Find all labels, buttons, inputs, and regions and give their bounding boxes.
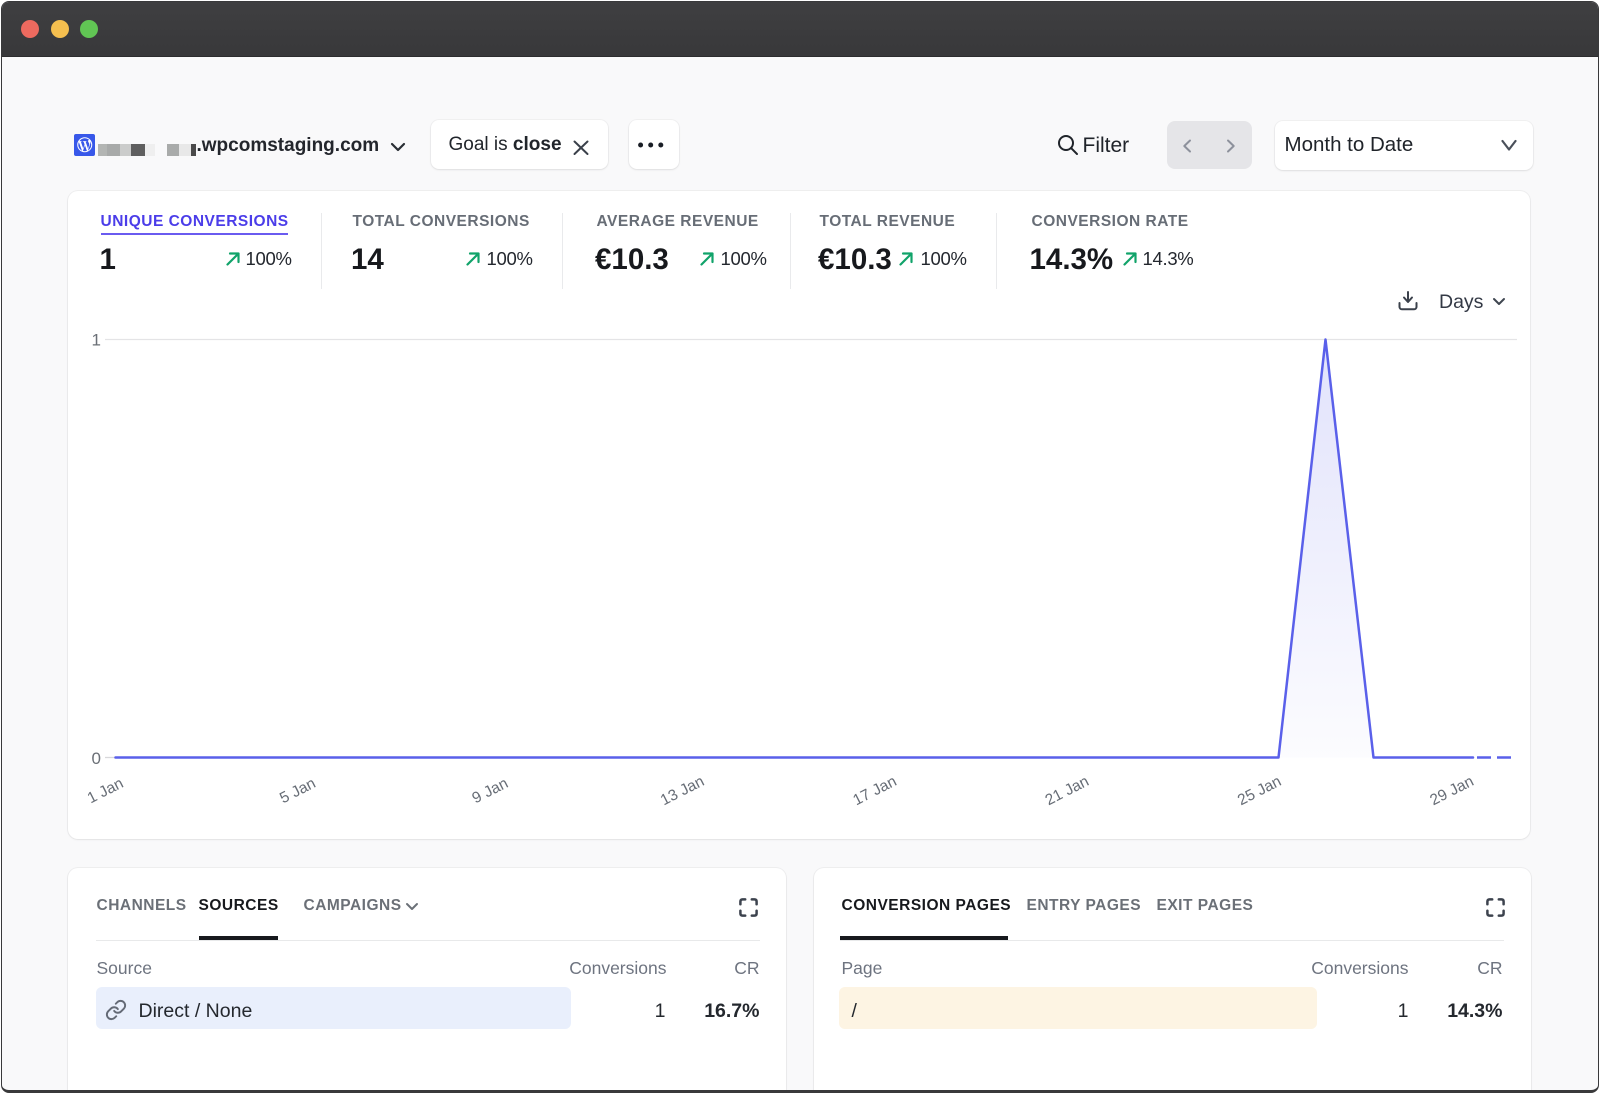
svg-text:9 Jan: 9 Jan <box>469 774 511 806</box>
svg-text:29 Jan: 29 Jan <box>1427 772 1476 808</box>
svg-text:17 Jan: 17 Jan <box>850 772 899 808</box>
svg-text:25 Jan: 25 Jan <box>1235 772 1284 808</box>
svg-text:21 Jan: 21 Jan <box>1042 772 1091 808</box>
svg-text:0: 0 <box>91 749 100 768</box>
svg-text:1: 1 <box>91 330 100 349</box>
svg-text:13 Jan: 13 Jan <box>657 772 706 808</box>
svg-text:5 Jan: 5 Jan <box>277 774 319 806</box>
svg-text:1 Jan: 1 Jan <box>84 774 126 806</box>
